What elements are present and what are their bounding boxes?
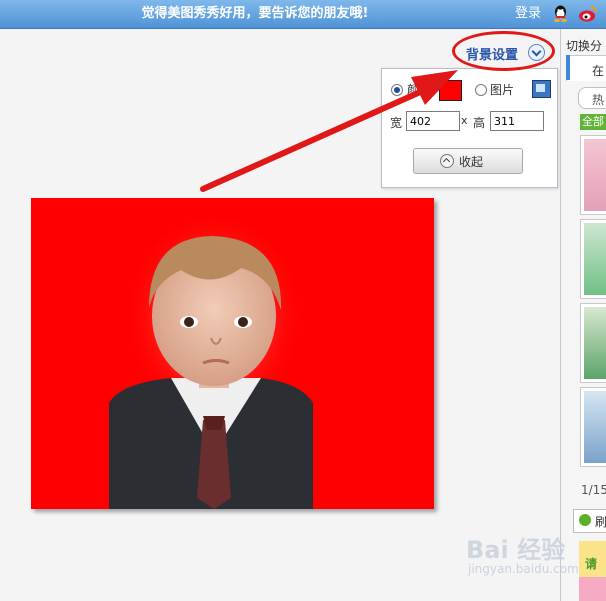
background-settings-label: 背景设置 (466, 48, 519, 63)
tab-active-indicator (566, 55, 570, 80)
collapse-button[interactable]: 收起 (413, 148, 523, 174)
watermark-logo: Bai 经验 (466, 536, 566, 564)
promo-message: 觉得美图秀秀好用，要告诉您的朋友哦! (141, 6, 369, 21)
page-counter: 1/15 (581, 483, 606, 497)
width-input[interactable] (406, 111, 460, 131)
refresh-button[interactable]: 刷 (573, 509, 606, 533)
color-swatch[interactable] (439, 80, 462, 101)
image-picker-icon[interactable] (532, 80, 551, 98)
image-option-label: 图片 (490, 83, 515, 97)
weibo-icon[interactable] (578, 5, 598, 22)
color-radio[interactable] (391, 84, 403, 96)
background-settings-toggle[interactable]: 背景设置 (458, 38, 558, 68)
tab-online-label: 在 (592, 64, 605, 78)
width-label: 宽 (390, 116, 403, 130)
template-thumbnail[interactable] (580, 387, 606, 467)
hot-filter-label: 热 (592, 93, 605, 107)
height-label: 高 (473, 116, 486, 130)
template-sidebar: 切换分 在 热 全部 1/15 刷 请 (560, 29, 606, 601)
chevron-up-icon (440, 154, 454, 168)
top-promo-bar: 觉得美图秀秀好用，要告诉您的朋友哦! 登录 (0, 0, 606, 29)
promo-banner-text: 请 (585, 557, 598, 571)
refresh-icon (579, 514, 591, 526)
image-radio[interactable] (475, 84, 487, 96)
tab-online[interactable]: 在 (566, 55, 606, 81)
refresh-label: 刷 (595, 515, 606, 529)
id-photo-canvas[interactable] (31, 198, 434, 509)
switch-category-label[interactable]: 切换分 (566, 37, 602, 54)
color-option-label: 颜 (407, 83, 420, 97)
height-input[interactable] (490, 111, 544, 131)
template-thumbnail[interactable] (580, 135, 606, 215)
chevron-down-icon[interactable] (528, 44, 545, 61)
child-portrait-image (109, 211, 313, 509)
all-category-tag[interactable]: 全部 (580, 114, 606, 130)
watermark-site: jingyan.baidu.com (468, 562, 579, 576)
promo-banner[interactable]: 请 (579, 541, 606, 601)
template-thumbnail[interactable] (580, 219, 606, 299)
qq-icon[interactable] (552, 5, 569, 22)
background-settings-panel: 颜 图片 宽 x 高 收起 (381, 68, 558, 188)
login-link[interactable]: 登录 (515, 0, 541, 28)
template-thumbnail[interactable] (580, 303, 606, 383)
times-label: x (461, 114, 468, 127)
collapse-label: 收起 (459, 155, 484, 169)
hot-filter-button[interactable]: 热 (578, 87, 606, 109)
